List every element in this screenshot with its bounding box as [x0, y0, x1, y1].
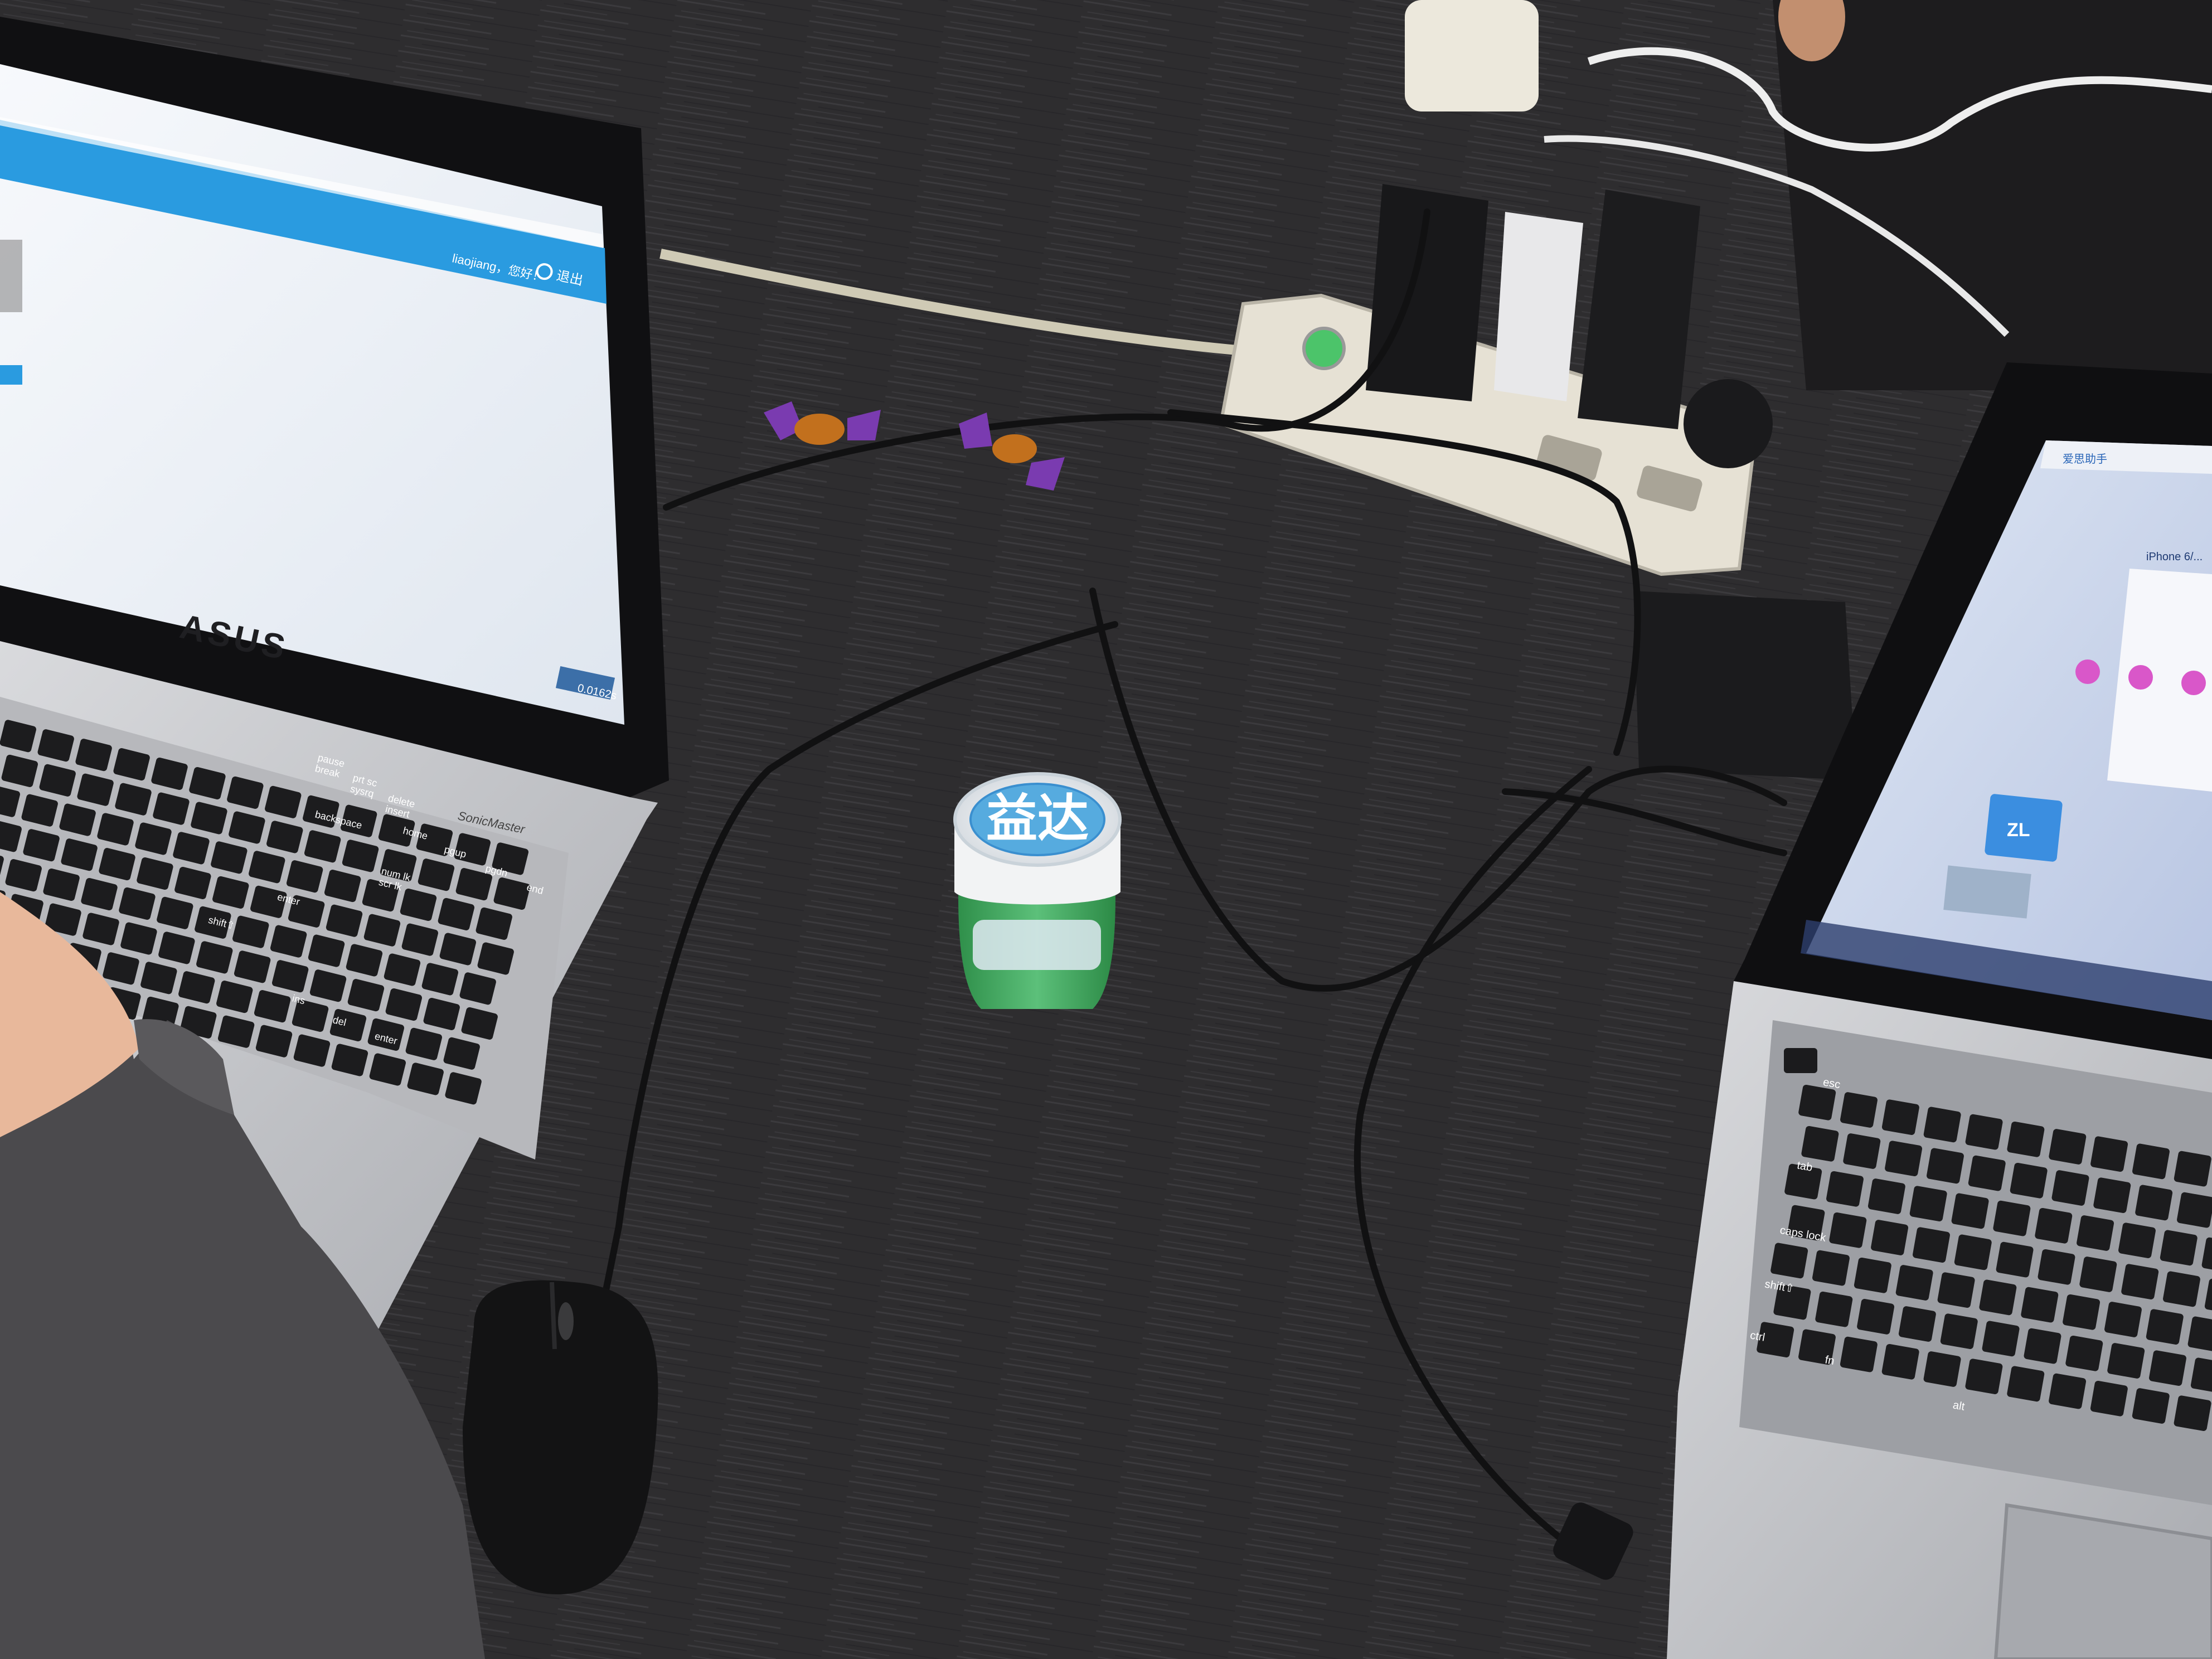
right-laptop-key[interactable]	[1895, 1264, 1934, 1301]
right-laptop-key[interactable]	[1926, 1148, 1964, 1185]
right-laptop-key[interactable]	[2162, 1271, 2201, 1308]
right-laptop-key[interactable]	[1842, 1133, 1881, 1170]
right-screen-tile-label: ZL	[2007, 819, 2030, 841]
right-laptop-key[interactable]	[2051, 1170, 2090, 1206]
right-laptop-key[interactable]	[1840, 1092, 1878, 1128]
right-laptop-key[interactable]	[1815, 1291, 1853, 1328]
right-laptop-key[interactable]	[1923, 1351, 1962, 1388]
right-laptop-key[interactable]	[2079, 1256, 2117, 1293]
right-laptop-key[interactable]	[1826, 1171, 1864, 1207]
right-laptop-key[interactable]	[2132, 1143, 2170, 1180]
right-laptop-key[interactable]	[1870, 1219, 1909, 1256]
right-laptop-key[interactable]	[1978, 1279, 2017, 1316]
right-laptop-key[interactable]	[2160, 1230, 2198, 1267]
right-laptop-key[interactable]	[1909, 1185, 1948, 1222]
round-plug	[1684, 379, 1773, 468]
right-laptop-key[interactable]	[1770, 1243, 1808, 1279]
right-laptop-key[interactable]	[2176, 1192, 2212, 1229]
computer-mouse	[463, 1280, 658, 1594]
right-laptop-key[interactable]	[1828, 1212, 1867, 1249]
right-laptop-key[interactable]	[1992, 1200, 2031, 1237]
left-screen-thumbnail	[0, 240, 22, 312]
right-laptop-key[interactable]	[1951, 1193, 1990, 1230]
right-screen-app-title: 爱思助手	[2063, 453, 2107, 465]
right-laptop-key[interactable]	[1982, 1321, 2020, 1357]
right-laptop-key[interactable]	[1867, 1178, 1906, 1215]
right-laptop-key[interactable]	[2020, 1287, 2059, 1323]
right-laptop-key[interactable]	[2132, 1388, 2170, 1424]
right-laptop-key[interactable]	[1798, 1084, 1836, 1121]
right-laptop-key[interactable]	[2006, 1366, 2045, 1403]
right-laptop-key[interactable]	[2174, 1151, 2212, 1187]
right-laptop-key[interactable]	[1801, 1126, 1839, 1162]
right-laptop-key[interactable]	[2146, 1308, 2184, 1345]
right-laptop-key[interactable]	[2118, 1222, 2156, 1259]
right-laptop-key[interactable]	[2174, 1395, 2212, 1432]
right-laptop-key[interactable]	[2038, 1249, 2076, 1286]
right-laptop-key[interactable]	[1968, 1155, 2006, 1192]
right-laptop-key[interactable]	[2062, 1294, 2101, 1331]
scroll-wheel	[558, 1302, 574, 1340]
right-laptop-key[interactable]	[2024, 1328, 2062, 1365]
right-screen-icon-1[interactable]	[2075, 659, 2100, 684]
right-laptop-key[interactable]	[1840, 1336, 1878, 1373]
right-laptop-key[interactable]	[2048, 1373, 2087, 1410]
right-laptop-key[interactable]	[2093, 1177, 2131, 1214]
right-laptop-key[interactable]	[1912, 1226, 1951, 1263]
dark-object-top-right	[1773, 0, 2212, 390]
right-laptop-key[interactable]	[2090, 1380, 2128, 1417]
right-laptop-key[interactable]	[2010, 1162, 2048, 1199]
right-laptop-key[interactable]	[1996, 1241, 2034, 1278]
right-screen-thumbnail	[1943, 865, 2031, 919]
key-label-ctrl: ctrl	[1749, 1329, 1766, 1343]
left-screen-small-button[interactable]	[0, 365, 22, 385]
right-screen-icon-2[interactable]	[2128, 665, 2153, 690]
right-laptop-key[interactable]	[1965, 1114, 2004, 1151]
right-laptop-key[interactable]	[1856, 1298, 1895, 1335]
right-laptop-key[interactable]	[2034, 1207, 2073, 1244]
right-laptop-key[interactable]	[1923, 1107, 1962, 1143]
right-laptop-key[interactable]	[1812, 1250, 1850, 1287]
gum-brand-label: 益达	[986, 790, 1089, 847]
right-laptop-key[interactable]	[2090, 1136, 2128, 1172]
right-laptop-key[interactable]	[2048, 1128, 2087, 1165]
right-laptop-key[interactable]	[2107, 1342, 2145, 1379]
right-laptop-key[interactable]	[2121, 1263, 2159, 1300]
right-laptop-key[interactable]	[1884, 1140, 1923, 1177]
right-laptop-key[interactable]	[1854, 1257, 1892, 1294]
power-switch	[1302, 327, 1346, 370]
right-laptop-key[interactable]	[2065, 1335, 2103, 1372]
right-laptop-key[interactable]	[2006, 1121, 2045, 1158]
right-laptop-key[interactable]	[2104, 1301, 2142, 1338]
right-laptop-key[interactable]	[1898, 1306, 1937, 1342]
key-label-alt: alt	[1952, 1399, 1966, 1413]
right-laptop-key[interactable]	[1881, 1343, 1920, 1380]
right-screen-device-label: iPhone 6/...	[2146, 551, 2203, 563]
desk-photo: 益达 liaojiang，您好！ 退出 0.0162s ASUS SonicMa…	[0, 0, 2212, 1659]
right-laptop-key[interactable]	[2135, 1185, 2173, 1221]
right-laptop-key[interactable]	[1940, 1313, 1978, 1350]
right-laptop-key[interactable]	[1954, 1234, 1992, 1271]
right-laptop-key[interactable]	[1881, 1099, 1920, 1136]
right-laptop-key[interactable]	[1937, 1272, 1976, 1308]
power-button[interactable]	[1784, 1048, 1817, 1073]
right-laptop-key[interactable]	[2076, 1215, 2114, 1251]
photo-canvas: 益达 liaojiang，您好！ 退出 0.0162s ASUS SonicMa…	[0, 0, 2212, 1659]
gum-bottle: 益达	[953, 772, 1122, 1009]
white-cup	[1405, 0, 1539, 111]
right-laptop-key[interactable]	[1964, 1358, 2003, 1395]
right-screen-icon-3[interactable]	[2181, 671, 2206, 695]
power-adapter-brick	[1633, 591, 1856, 780]
right-laptop-key[interactable]	[2148, 1350, 2187, 1386]
